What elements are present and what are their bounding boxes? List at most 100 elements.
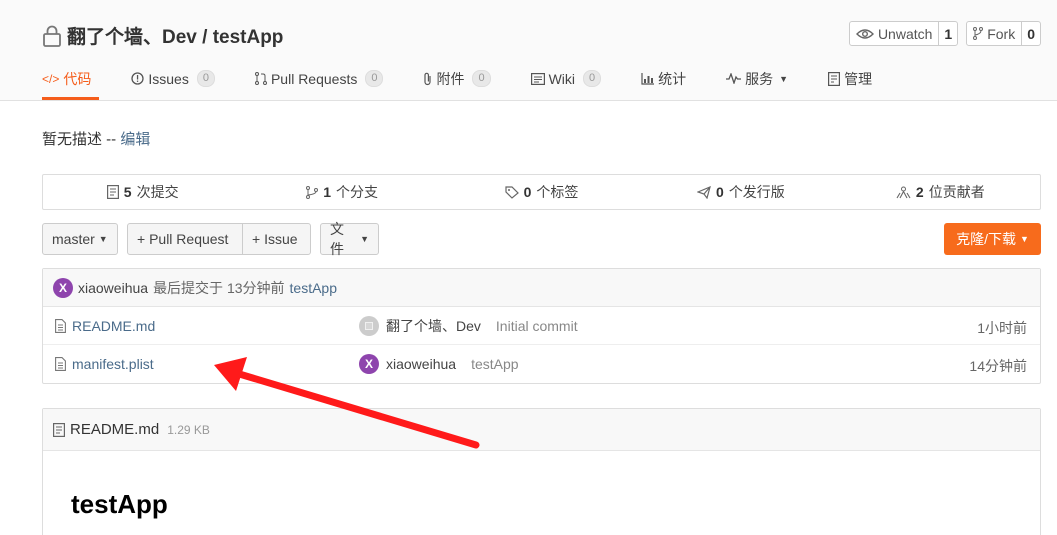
- stat-commits[interactable]: 5 次提交: [43, 175, 242, 209]
- file-menu-label: 文件: [330, 221, 344, 257]
- issues-icon: [131, 72, 145, 85]
- file-commit-time: 1小时前: [977, 320, 1027, 336]
- tab-issues[interactable]: Issues 0: [131, 68, 215, 89]
- file-commit-message[interactable]: Initial commit: [496, 318, 578, 334]
- commit-author[interactable]: xiaoweihua: [78, 280, 148, 296]
- pull-request-icon: [254, 72, 267, 85]
- repo-title: 翻了个墙、Dev / testApp: [42, 22, 283, 49]
- file-list: X xiaoweihua 最后提交于 13分钟前 testApp README.…: [42, 268, 1041, 384]
- file-commit-author[interactable]: 翻了个墙、Dev: [386, 316, 481, 336]
- readme-heading: testApp: [71, 489, 168, 519]
- stat-releases[interactable]: 0 个发行版: [641, 175, 840, 209]
- branch-select[interactable]: master ▼: [42, 223, 118, 255]
- tab-wiki-label: Wiki: [548, 70, 576, 87]
- fork-count[interactable]: 0: [1022, 22, 1040, 45]
- fork-icon: [973, 27, 984, 40]
- clone-download-label: 克隆/下载: [956, 231, 1016, 247]
- readme-panel: README.md 1.29 KB testApp: [42, 408, 1041, 535]
- fork-button-group[interactable]: Fork 0: [966, 21, 1041, 46]
- contributors-icon: [896, 186, 911, 199]
- stat-branches[interactable]: 1 个分支: [242, 175, 441, 209]
- branch-icon: [306, 185, 319, 199]
- commit-icon: [106, 185, 119, 199]
- tab-attachments[interactable]: 附件 0: [423, 68, 491, 89]
- repo-description: 暂无描述 -- 编辑: [42, 128, 150, 149]
- stat-branches-label: 个分支: [336, 184, 378, 200]
- file-link[interactable]: manifest.plist: [55, 356, 154, 372]
- chevron-down-icon: ▼: [360, 234, 369, 244]
- readme-size: 1.29 KB: [167, 422, 210, 437]
- clone-download-button[interactable]: 克隆/下载 ▼: [944, 223, 1041, 255]
- manage-icon: [828, 71, 841, 86]
- latest-commit-bar: X xiaoweihua 最后提交于 13分钟前 testApp: [43, 269, 1040, 307]
- file-commit-message[interactable]: testApp: [471, 356, 518, 372]
- wiki-icon: [530, 72, 545, 85]
- file-menu-button[interactable]: 文件 ▼: [320, 221, 379, 257]
- stat-commits-label: 次提交: [136, 184, 179, 200]
- fork-button[interactable]: Fork: [967, 22, 1023, 45]
- tab-manage-label: 管理: [844, 70, 873, 87]
- tab-attachments-count: 0: [472, 70, 491, 87]
- file-commit-author[interactable]: xiaoweihua: [386, 356, 456, 372]
- tab-attachments-label: 附件: [436, 70, 465, 87]
- stat-contributors[interactable]: 2 位贡献者: [841, 175, 1040, 209]
- stat-contributors-count: 2: [915, 184, 924, 200]
- repo-toolbar: master ▼ + Pull Request + Issue 文件 ▼ 克隆/…: [42, 221, 1041, 257]
- stats-icon: [641, 72, 655, 85]
- file-commit: X xiaoweihua testApp: [359, 354, 519, 374]
- repo-header: 翻了个墙、Dev / testApp Unwatch 1 Fork 0 </> …: [0, 0, 1057, 101]
- table-row: README.md 翻了个墙、Dev Initial commit 1小时前: [43, 307, 1040, 345]
- new-issue-button[interactable]: + Issue: [242, 223, 311, 255]
- fork-label: Fork: [987, 25, 1016, 42]
- tab-issues-label: Issues: [148, 70, 189, 87]
- chevron-down-icon: ▼: [1019, 234, 1029, 244]
- file-name: README.md: [72, 318, 156, 334]
- tab-service-label: 服务: [745, 70, 774, 87]
- active-tab-indicator: [42, 97, 99, 100]
- release-icon: [697, 185, 711, 199]
- stat-tags-count: 0: [523, 184, 532, 200]
- code-icon: </>: [42, 71, 60, 86]
- edit-description-link[interactable]: 编辑: [120, 131, 150, 148]
- tab-service[interactable]: 服务 ▼: [726, 68, 788, 89]
- file-icon: [55, 357, 66, 371]
- stat-branches-count: 1: [323, 184, 331, 200]
- tab-pull-requests[interactable]: Pull Requests 0: [254, 68, 384, 89]
- lock-icon: [42, 25, 62, 47]
- tab-stats-label: 统计: [658, 70, 687, 87]
- stat-releases-count: 0: [716, 184, 724, 200]
- repo-name[interactable]: 翻了个墙、Dev / testApp: [67, 22, 283, 49]
- repo-stats-bar: 5 次提交 1 个分支 0 个标签 0 个发行版 2 位贡献者: [42, 174, 1041, 210]
- tab-stats[interactable]: 统计: [641, 68, 686, 89]
- new-pull-request-label: + Pull Request: [137, 231, 229, 247]
- new-issue-label: + Issue: [252, 231, 298, 247]
- avatar[interactable]: X: [359, 354, 379, 374]
- file-name: manifest.plist: [72, 356, 154, 372]
- tag-icon: [505, 185, 519, 199]
- avatar[interactable]: X: [53, 277, 73, 298]
- tab-wiki[interactable]: Wiki 0: [530, 68, 602, 89]
- watch-count[interactable]: 1: [939, 22, 957, 45]
- tab-code[interactable]: </> 代码: [42, 68, 91, 89]
- new-pull-request-button[interactable]: + Pull Request: [127, 223, 244, 255]
- repo-tabs: </> 代码 Issues 0 Pull Requests 0 附件 0 Wik…: [42, 68, 912, 101]
- file-commit: 翻了个墙、Dev Initial commit: [359, 316, 578, 336]
- stat-tags[interactable]: 0 个标签: [442, 175, 641, 209]
- description-text: 暂无描述 --: [42, 131, 121, 148]
- tab-issues-count: 0: [196, 70, 215, 87]
- watch-button-group[interactable]: Unwatch 1: [848, 21, 959, 46]
- file-icon: [53, 422, 65, 437]
- commit-time-text: 最后提交于 13分钟前: [153, 279, 285, 296]
- branch-select-label: master: [52, 231, 95, 247]
- tab-manage[interactable]: 管理: [828, 68, 872, 89]
- commit-message-link[interactable]: testApp: [290, 280, 337, 296]
- service-icon: [726, 73, 742, 84]
- eye-icon: [855, 28, 874, 40]
- stat-contributors-label: 位贡献者: [928, 184, 985, 200]
- file-link[interactable]: README.md: [55, 318, 155, 334]
- readme-filename[interactable]: README.md: [70, 421, 159, 438]
- avatar[interactable]: [359, 316, 379, 336]
- tab-code-label: 代码: [63, 70, 92, 87]
- chevron-down-icon: ▼: [779, 73, 789, 84]
- unwatch-button[interactable]: Unwatch: [850, 22, 940, 45]
